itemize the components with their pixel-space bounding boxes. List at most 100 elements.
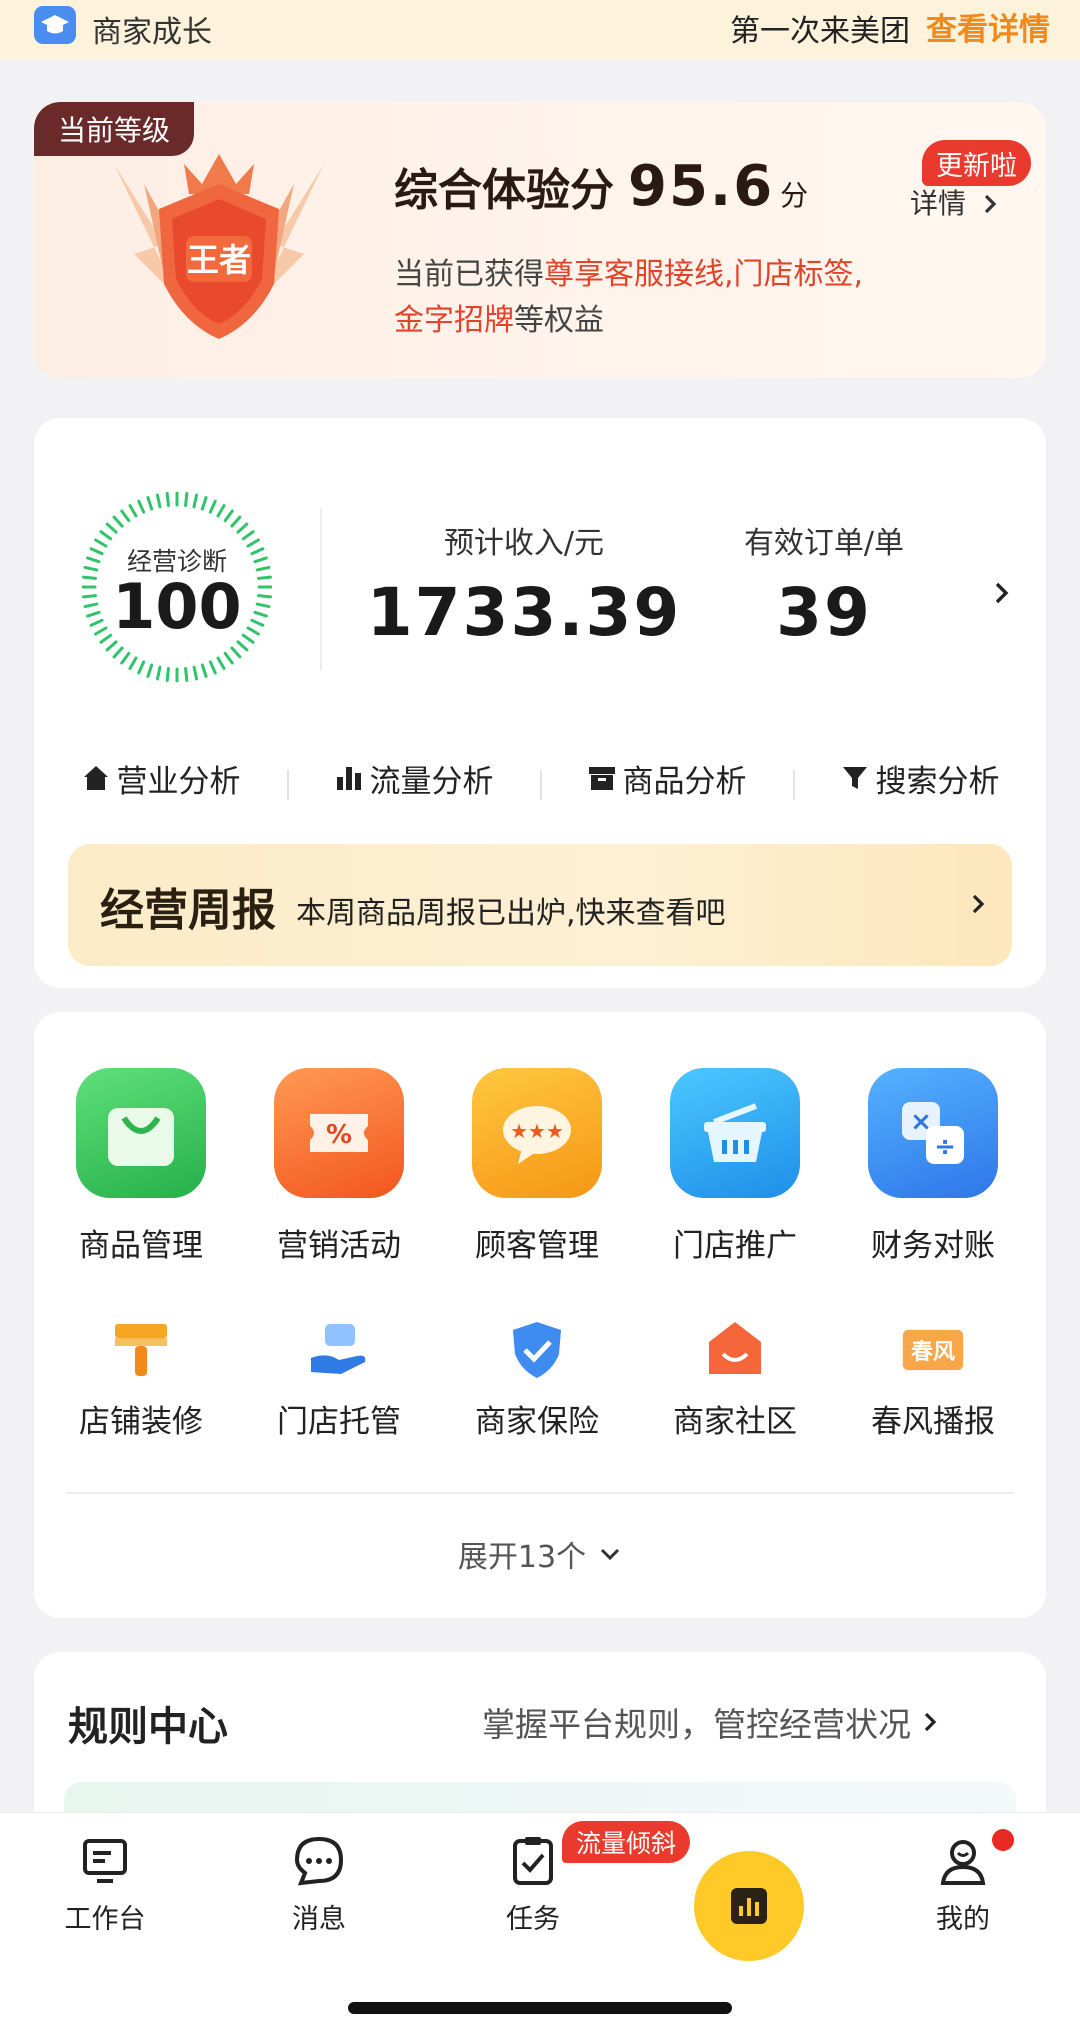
tool-label: 商家保险 bbox=[475, 1404, 599, 1440]
task-icon bbox=[513, 1837, 553, 1885]
chevron-down-icon bbox=[601, 1548, 620, 1561]
diagnosis-score[interactable]: 100 bbox=[82, 570, 272, 643]
income-metric[interactable]: 预计收入/元 1733.39 bbox=[364, 518, 684, 651]
expand-label: 展开13个 bbox=[457, 1540, 587, 1575]
king-badge-icon: 王者 bbox=[94, 124, 344, 364]
tool-label: 商品管理 bbox=[79, 1228, 203, 1264]
benefits-suffix: 等权益 bbox=[514, 303, 604, 338]
announcement-text[interactable]: 第一次来美团 bbox=[730, 6, 910, 50]
chevron-right-icon bbox=[972, 894, 985, 914]
tool-merchant-community[interactable]: 商家社区 bbox=[636, 1318, 834, 1441]
shield-check-icon bbox=[505, 1318, 569, 1382]
tool-label: 门店推广 bbox=[673, 1228, 797, 1264]
chevron-right-icon bbox=[924, 1712, 937, 1732]
tool-label: 营销活动 bbox=[277, 1228, 401, 1264]
tab-label: 营业分析 bbox=[116, 763, 241, 800]
tool-marketing[interactable]: % 营销活动 bbox=[240, 1068, 438, 1265]
chevron-right-icon[interactable] bbox=[990, 578, 1014, 608]
experience-score: 综合体验分 95.6 分 bbox=[394, 154, 808, 219]
tab-label: 工作台 bbox=[64, 1904, 146, 1935]
tab-messages[interactable]: 消息 bbox=[254, 1833, 384, 1936]
orders-label: 有效订单/单 bbox=[743, 526, 905, 561]
benefits-highlight-2: 金字招牌 bbox=[394, 303, 514, 338]
score-unit: 分 bbox=[780, 179, 809, 212]
shopping-bag-icon bbox=[76, 1068, 206, 1198]
hand-icon bbox=[307, 1318, 371, 1382]
divider bbox=[320, 508, 322, 670]
svg-text:★★★: ★★★ bbox=[510, 1119, 564, 1143]
stats-center-button[interactable] bbox=[694, 1851, 804, 1961]
analysis-tabs: 营业分析 流量分析 商品分析 搜索分析 bbox=[34, 750, 1046, 806]
score-label: 综合体验分 bbox=[394, 165, 614, 216]
income-label: 预计收入/元 bbox=[443, 526, 605, 561]
tool-store-hosting[interactable]: 门店托管 bbox=[240, 1318, 438, 1441]
basket-icon bbox=[670, 1068, 800, 1198]
score-value: 95.6 bbox=[628, 154, 775, 219]
svg-text:÷: ÷ bbox=[934, 1132, 956, 1162]
tab-search-analysis[interactable]: 搜索分析 bbox=[793, 756, 1046, 801]
weekly-report-desc: 本周商品周报已出炉,快来查看吧 bbox=[296, 896, 726, 931]
home-icon bbox=[83, 766, 108, 790]
notification-dot bbox=[992, 1829, 1014, 1851]
calculator-icon: × ÷ bbox=[868, 1068, 998, 1198]
tool-store-promotion[interactable]: 门店推广 bbox=[636, 1068, 834, 1265]
tab-label: 消息 bbox=[292, 1904, 346, 1935]
svg-text:%: % bbox=[326, 1120, 352, 1150]
income-value: 1733.39 bbox=[366, 574, 682, 651]
tab-label: 我的 bbox=[936, 1904, 990, 1935]
weekly-report-banner[interactable]: 经营周报 本周商品周报已出炉,快来查看吧 bbox=[68, 844, 1012, 966]
rules-center-title: 规则中心 bbox=[68, 1704, 228, 1750]
tool-label: 商家社区 bbox=[673, 1404, 797, 1440]
chunfeng-icon-text: 春风 bbox=[911, 1340, 955, 1365]
tools-card: 商品管理 % 营销活动 ★★★ 顾客管理 门店推广 × ÷ 财务对账 店铺装修 … bbox=[34, 1012, 1046, 1618]
tab-label: 搜索分析 bbox=[875, 763, 1000, 800]
profile-icon bbox=[940, 1840, 986, 1885]
tab-label: 任务 bbox=[506, 1904, 560, 1935]
chat-stars-icon: ★★★ bbox=[472, 1068, 602, 1198]
paint-brush-icon bbox=[109, 1318, 173, 1382]
tab-product-analysis[interactable]: 商品分析 bbox=[540, 756, 793, 801]
orders-metric[interactable]: 有效订单/单 39 bbox=[724, 518, 924, 651]
detail-label: 详情 bbox=[910, 187, 967, 220]
badge-text: 王者 bbox=[187, 241, 251, 279]
tab-business-analysis[interactable]: 营业分析 bbox=[34, 756, 287, 801]
funnel-icon bbox=[842, 767, 867, 789]
level-detail-button[interactable]: 详情 bbox=[910, 182, 999, 222]
level-card[interactable]: 当前等级 王者 综合体验分 95.6 分 更新啦 详情 当前已获得尊享客服接线,… bbox=[34, 102, 1046, 378]
tool-store-decoration[interactable]: 店铺装修 bbox=[42, 1318, 240, 1441]
tab-label: 流量分析 bbox=[369, 763, 494, 800]
svg-text:×: × bbox=[910, 1107, 932, 1137]
tool-chunfeng-broadcast[interactable]: 春风 春风播报 bbox=[834, 1318, 1032, 1441]
graduation-cap-icon bbox=[34, 6, 76, 44]
benefits-prefix: 当前已获得 bbox=[394, 257, 544, 292]
rules-subtitle: 掌握平台规则，管控经营状况 bbox=[482, 1705, 911, 1744]
tool-product-management[interactable]: 商品管理 bbox=[42, 1068, 240, 1265]
message-icon bbox=[294, 1836, 344, 1886]
tab-workbench[interactable]: 工作台 bbox=[40, 1833, 170, 1936]
tool-finance-reconciliation[interactable]: × ÷ 财务对账 bbox=[834, 1068, 1032, 1265]
bar-chart-icon bbox=[336, 767, 361, 790]
home-indicator[interactable] bbox=[348, 2002, 732, 2014]
business-stats-card: 经营诊断 100 预计收入/元 1733.39 有效订单/单 39 营业分析 流… bbox=[34, 418, 1046, 988]
app-title: 商家成长 bbox=[92, 15, 212, 50]
tab-label: 商品分析 bbox=[622, 763, 747, 800]
traffic-boost-badge: 流量倾斜 bbox=[562, 1821, 691, 1863]
expand-tools-button[interactable]: 展开13个 bbox=[34, 1532, 1046, 1576]
chevron-right-icon bbox=[984, 194, 997, 214]
community-icon bbox=[703, 1318, 767, 1382]
tool-label: 财务对账 bbox=[871, 1228, 995, 1264]
tab-traffic-analysis[interactable]: 流量分析 bbox=[287, 756, 540, 801]
tool-label: 门店托管 bbox=[277, 1404, 401, 1440]
rules-center-link[interactable]: 掌握平台规则，管控经营状况 bbox=[482, 1698, 939, 1746]
update-badge: 更新啦 bbox=[922, 140, 1031, 186]
tool-customer-management[interactable]: ★★★ 顾客管理 bbox=[438, 1068, 636, 1265]
coupon-icon: % bbox=[274, 1068, 404, 1198]
workbench-icon bbox=[83, 1839, 127, 1883]
benefits-highlight-1: 尊享客服接线,门店标签, bbox=[544, 257, 864, 292]
tool-label: 顾客管理 bbox=[475, 1228, 599, 1264]
tool-label: 店铺装修 bbox=[79, 1404, 203, 1440]
tool-merchant-insurance[interactable]: 商家保险 bbox=[438, 1318, 636, 1441]
benefits-text: 当前已获得尊享客服接线,门店标签, 金字招牌等权益 bbox=[394, 252, 954, 344]
view-details-link[interactable]: 查看详情 bbox=[926, 4, 1050, 49]
tool-label: 春风播报 bbox=[871, 1404, 995, 1440]
